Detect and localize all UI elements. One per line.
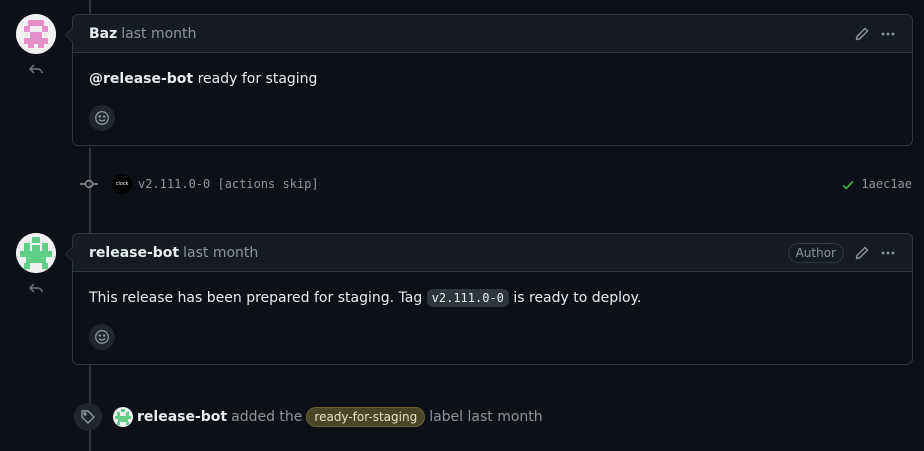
comment-timestamp[interactable]: last month — [121, 26, 196, 42]
comment-body: @release-bot ready for staging — [73, 53, 912, 89]
comment-text-before: This release has been prepared for stagi… — [89, 290, 427, 306]
smiley-icon — [95, 330, 109, 344]
identicon-green-icon — [16, 233, 56, 273]
commit-node-icon — [80, 176, 98, 192]
timeline: Baz last month @release-bot ready for st… — [0, 0, 924, 451]
edit-pencil-icon[interactable] — [854, 26, 870, 42]
author-badge: Author — [787, 242, 844, 263]
comment-text: ready for staging — [193, 71, 318, 87]
add-reaction-button[interactable] — [89, 324, 115, 350]
comment-caret — [65, 246, 73, 262]
add-reaction-button[interactable] — [89, 105, 115, 131]
event-action: added the — [231, 409, 303, 425]
reply-icon[interactable] — [28, 280, 44, 296]
commit-message[interactable]: v2.111.0-0 [actions skip] — [138, 177, 319, 191]
comment-baz: Baz last month @release-bot ready for st… — [65, 14, 913, 146]
comment-timestamp[interactable]: last month — [183, 245, 258, 261]
inline-code-tag: v2.111.0-0 — [426, 289, 509, 307]
smiley-icon — [95, 111, 109, 125]
user-mention[interactable]: @release-bot — [89, 71, 193, 87]
commit-sha[interactable]: 1aec1ae — [861, 177, 912, 191]
comment-header: release-bot last month Author — [73, 234, 912, 272]
commit-author-avatar[interactable]: clock — [112, 174, 132, 194]
comment-author[interactable]: release-bot — [89, 245, 179, 261]
identicon-pink-icon — [16, 14, 56, 54]
edit-pencil-icon[interactable] — [854, 245, 870, 261]
kebab-menu-icon[interactable] — [880, 245, 896, 261]
event-suffix: label last month — [429, 409, 543, 425]
kebab-menu-icon[interactable] — [880, 26, 896, 42]
comment-body: This release has been prepared for stagi… — [73, 272, 912, 308]
event-actor-avatar[interactable] — [113, 407, 133, 427]
comment-caret — [65, 27, 73, 43]
avatar-baz[interactable] — [16, 14, 56, 54]
comment-author[interactable]: Baz — [89, 26, 117, 42]
reply-icon[interactable] — [28, 61, 44, 77]
tag-icon — [74, 403, 102, 431]
timeline-line-top — [89, 0, 91, 14]
label-event: release-bot added the ready-for-staging … — [74, 403, 543, 431]
event-actor[interactable]: release-bot — [137, 409, 227, 425]
label-pill[interactable]: ready-for-staging — [306, 407, 426, 427]
commit-row: clock v2.111.0-0 [actions skip] 1aec1ae — [80, 172, 912, 196]
avatar-release-bot[interactable] — [16, 233, 56, 273]
comment-release-bot: release-bot last month Author This relea… — [65, 233, 913, 365]
identicon-green-icon — [113, 407, 133, 427]
comment-text-after: is ready to deploy. — [508, 290, 642, 306]
comment-header: Baz last month — [73, 15, 912, 53]
check-icon[interactable] — [841, 177, 855, 191]
